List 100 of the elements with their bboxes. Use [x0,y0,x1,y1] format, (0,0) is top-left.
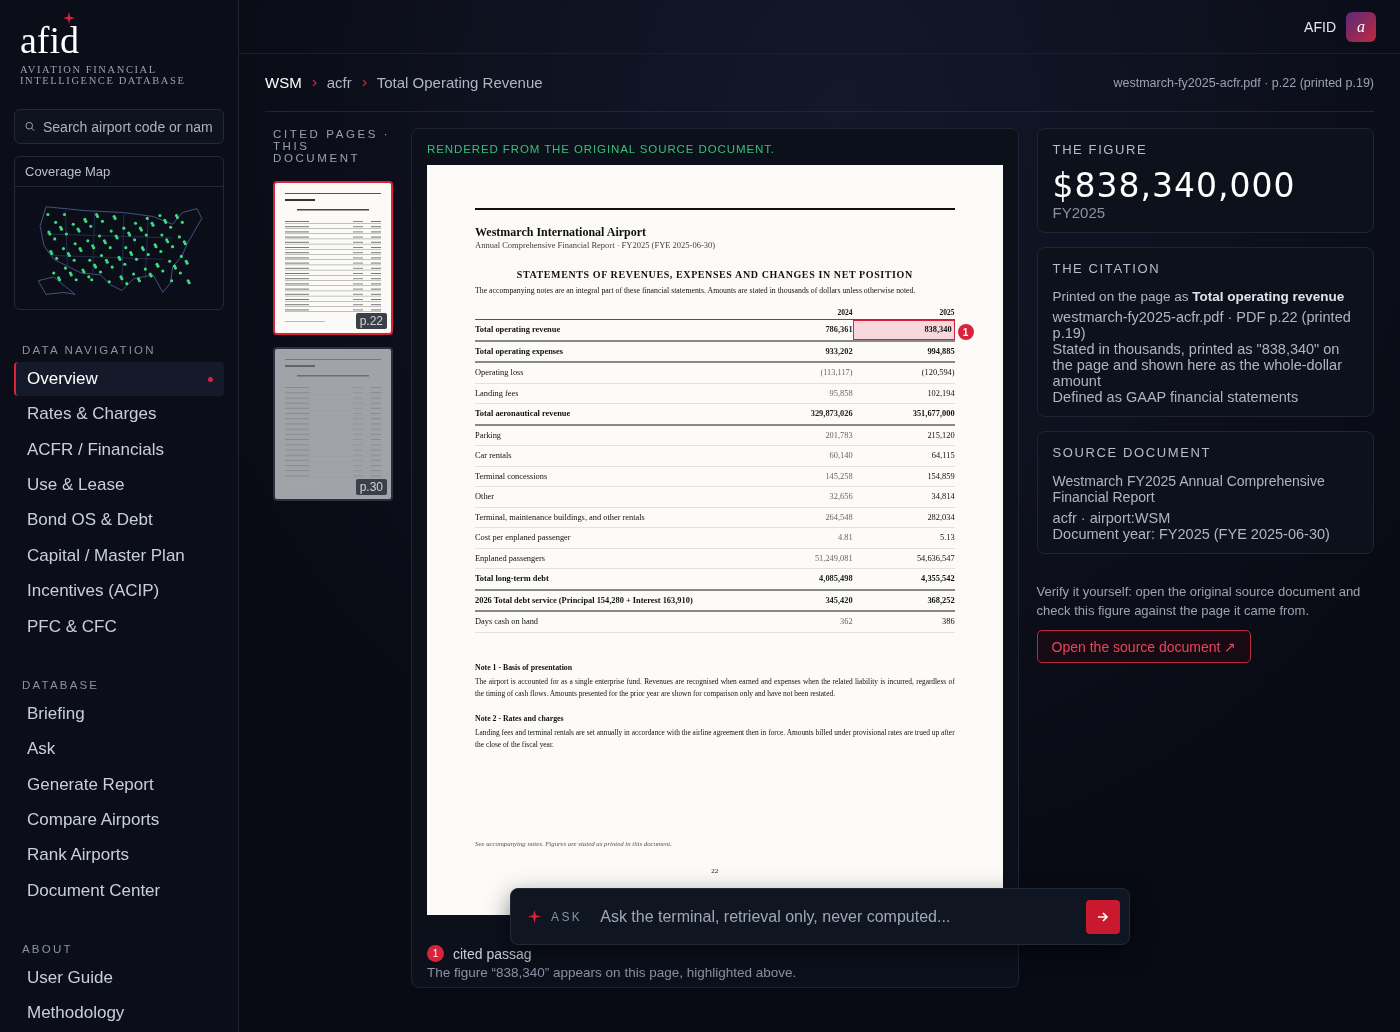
row-label: Total operating expenses [475,346,565,356]
ask-input[interactable]: Ask the terminal, retrieval only, never computed... [598,906,1076,927]
table-cell-text: 386 [941,616,955,629]
table-cell-text: 201,783 [824,429,853,442]
chevron-icon [361,78,367,87]
nav-item[interactable]: Rank Airports [14,838,224,873]
table-cell-text: 362 [839,616,853,629]
page-thumbnail[interactable]: p.22 [273,181,393,335]
nav-item[interactable]: User Guide [14,961,224,995]
nav-item[interactable]: Incentives (ACIP) [14,574,224,608]
row-label: Car rentals [475,451,513,461]
table-cell-text: 5.13 [938,532,955,545]
active-dot-icon [208,376,213,382]
table-cell-text: 4,355,542 [920,573,955,586]
avatar[interactable]: a [1346,11,1376,42]
figure-period: FY2025 [1052,205,1107,221]
nav-item[interactable]: Capital / Master Plan [14,539,224,573]
caption-text: The figure “838,340” appears on this page, highlighted above. [427,965,798,980]
printed-as-text: Printed on the page as Total operating revenue [1052,289,1346,304]
table-cell-text: 34,814 [930,491,955,504]
logo[interactable]: afid [20,18,80,62]
table-cell-text: 32,656 [828,491,853,504]
nav-item[interactable]: Methodology [14,996,224,1031]
table-cell-text: 95,858 [828,387,853,400]
row-label: Terminal concessions [475,471,549,481]
row-label: Total aeronautical revenue [475,409,572,419]
user-name: AFID [1304,18,1336,35]
table-cell-text: (120,594) [920,367,955,380]
nav-item[interactable]: Bond OS & Debt [14,503,224,538]
table-cell-text: 994,885 [926,345,955,358]
nav-item[interactable]: PFC & CFC [14,609,224,644]
table-cell-text: 4,085,498 [818,573,853,586]
nav-item[interactable]: Ask [14,732,224,766]
verify-text: Verify it yourself: open the original source document and check this figure against the page it came from. [1036,583,1362,620]
row-label: Total long-term debt [475,574,550,584]
citation-detail: westmarch-fy2025-acfr.pdf · PDF p.22 (printed p.19) [1052,309,1352,341]
table-cell-text: 282,034 [926,511,955,524]
section-heading: CITED PAGES · THIS DOCUMENT [273,128,392,164]
card-heading: THE FIGURE [1052,142,1149,157]
table-cell-text: 64,115 [930,450,955,463]
table-cell-text: 54,636,547 [915,552,955,565]
arrow-icon [1097,910,1109,923]
nav-item[interactable]: Generate Report [14,767,224,802]
table-cell-text: 102,194 [926,387,955,400]
row-label: Other [475,492,496,502]
tagline: AVIATION FINANCIAL INTELLIGENCE DATABASE [20,64,187,86]
section-heading: ABOUT [22,943,74,956]
nav-item[interactable]: Use & Lease [14,468,224,502]
row-label: 2026 Total debt service (Principal 154,280 + Interest 163,910) [475,595,694,605]
row-label: Terminal, maintenance buildings, and other rentals [475,512,646,522]
card-title: Coverage Map [15,157,223,188]
ask-field[interactable]: ASK Ask the terminal, retrieval only, never computed... [510,888,1130,945]
card-heading: THE CITATION [1052,261,1162,276]
document-detail: acfr · airport:WSM [1052,510,1172,526]
row-label: Operating loss [475,368,525,378]
breadcrumb-link[interactable]: WSM [265,74,302,91]
nav-item[interactable]: ACFR / Financials [14,433,224,467]
section-heading: DATA NAVIGATION [22,344,157,357]
nav-item[interactable]: Rates & Charges [14,397,224,432]
ask-label: ASK [551,909,583,924]
section-heading: DATABASE [22,679,101,692]
table-cell-text: 51,249,081 [813,552,853,565]
citation-marker: 1 [427,945,444,962]
search-field[interactable]: Search airport code or nam [14,109,224,145]
nav-item[interactable]: Briefing [14,697,224,731]
nav-item[interactable]: Overview [14,362,224,396]
citation-detail: Stated in thousands, printed as "838,340" on the page and shown here as the whole-dollar amount [1052,341,1343,389]
send-button[interactable] [1086,899,1120,934]
open-source-button[interactable]: Open the source document ↗ [1036,630,1252,663]
statement-heading: STATEMENTS OF REVENUES, EXPENSES AND CHANGES IN NET POSITION [515,269,914,280]
breadcrumb-link[interactable]: Total Operating Revenue [376,74,543,91]
document-title: Westmarch International Airport [475,225,648,240]
file-info: westmarch-fy2025-acfr.pdf · p.22 (printed p.19) [1113,75,1374,90]
table-cell-text: 786,361 [824,324,853,337]
table-cell-text: 60,140 [828,450,853,463]
table-cell-text: 4.81 [836,532,853,545]
table-cell-text: 145,258 [824,470,853,483]
caption-label: cited passag [453,945,532,962]
citation-marker: 1 [957,324,974,340]
row-label: Total operating revenue [475,325,562,335]
table-cell-text: 368,252 [926,594,955,607]
search-input[interactable]: Search airport code or nam [43,118,213,135]
star-icon [63,12,75,24]
table-cell-text: 345,420 [824,594,853,607]
search-icon [25,120,35,134]
card-heading: SOURCE DOCUMENT [1052,445,1212,460]
document-detail: Document year: FY2025 (FYE 2025-06-30) [1052,526,1331,542]
row-label: Days cash on hand [475,617,540,627]
citation-detail: Defined as GAAP financial statements [1052,389,1300,405]
page-thumbnail[interactable]: p.30 [273,347,393,501]
figure-value: $838,340,000 [1052,167,1297,205]
table-cell-text: (113,117) [819,367,853,380]
nav-item[interactable]: Compare Airports [14,803,224,837]
row-label: Landing fees [475,388,520,398]
table-cell-text: 215,120 [926,429,955,442]
table-cell-text: 933,202 [824,345,853,358]
breadcrumb-link[interactable]: acfr [326,74,352,91]
nav-item[interactable]: Document Center [14,874,224,908]
table-cell-text: 264,548 [824,511,853,524]
row-label: Parking [475,430,503,440]
